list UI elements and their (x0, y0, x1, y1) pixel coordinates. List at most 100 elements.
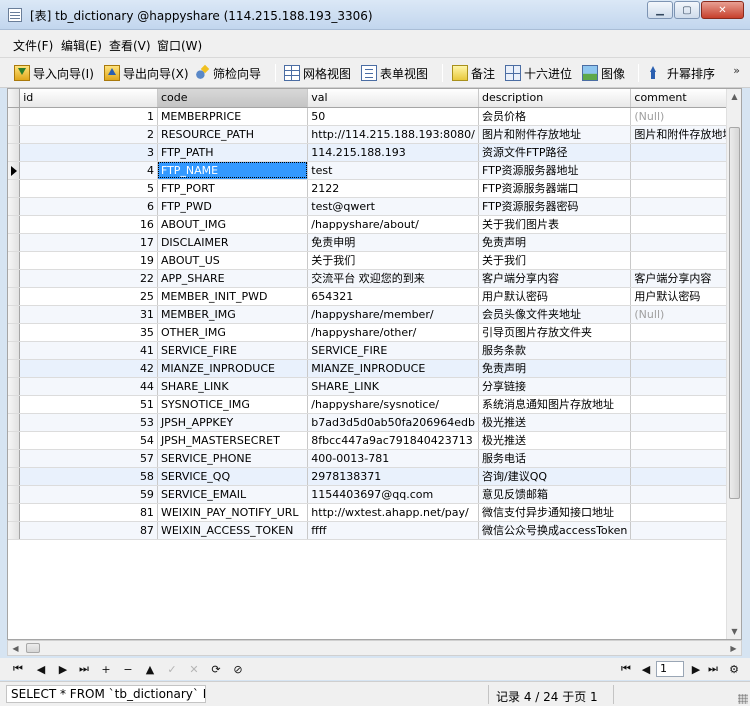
row-header[interactable] (8, 287, 21, 306)
cell-comment[interactable] (630, 413, 741, 432)
cell-val[interactable]: 免责申明 (307, 233, 480, 252)
cell-val[interactable]: test@qwert (307, 197, 480, 216)
table-row[interactable]: 42 MIANZE_INPRODUCE MIANZE_INPRODUCE 免责声明 (8, 359, 741, 378)
cell-code[interactable]: WEIXIN_ACCESS_TOKEN (157, 521, 309, 540)
settings-icon[interactable]: ⚙ (726, 661, 742, 677)
row-header[interactable] (8, 467, 21, 486)
first-page-icon[interactable]: ⏮ (618, 661, 634, 677)
column-header-val[interactable]: val (307, 89, 480, 108)
cell-val[interactable]: SERVICE_FIRE (307, 341, 480, 360)
cell-val[interactable]: 2122 (307, 179, 480, 198)
cell-comment[interactable] (630, 395, 741, 414)
row-header[interactable] (8, 269, 21, 288)
memo-button[interactable]: 备注 (452, 63, 495, 83)
cell-id[interactable]: 25 (19, 287, 158, 306)
next-page-icon[interactable]: ▶ (688, 661, 704, 677)
cell-id[interactable]: 57 (19, 449, 158, 468)
refresh-icon[interactable]: ⟳ (208, 661, 224, 677)
cell-val[interactable]: b7ad3d5d0ab50fa206964edb (307, 413, 480, 432)
cell-id[interactable]: 19 (19, 251, 158, 270)
cell-val[interactable]: 1154403697@qq.com (307, 485, 480, 504)
cell-id[interactable]: 35 (19, 323, 158, 342)
cell-val[interactable]: /happyshare/sysnotice/ (307, 395, 480, 414)
menu-window[interactable]: 窗口(W) (157, 37, 202, 54)
scroll-up-icon[interactable]: ▲ (727, 89, 741, 104)
row-header[interactable] (8, 179, 21, 198)
cell-description[interactable]: 服务电话 (478, 449, 632, 468)
table-row[interactable]: 25 MEMBER_INIT_PWD 654321 用户默认密码 用户默认密码 (8, 287, 741, 306)
cell-code[interactable]: FTP_PWD (157, 197, 309, 216)
vertical-scroll-thumb[interactable] (729, 127, 740, 499)
apply-changes-icon[interactable]: ✓ (164, 661, 180, 677)
cell-code[interactable]: DISCLAIMER (157, 233, 309, 252)
row-header[interactable] (8, 143, 21, 162)
table-row[interactable]: 87 WEIXIN_ACCESS_TOKEN ffff 微信公众号换成accessTo… (8, 521, 741, 540)
cell-val[interactable]: /happyshare/other/ (307, 323, 480, 342)
table-row[interactable]: 4 FTP_NAME test FTP资源服务器地址 (8, 161, 741, 180)
horizontal-scroll-thumb[interactable] (26, 643, 40, 653)
column-header-comment[interactable]: comment (630, 89, 741, 108)
table-row[interactable]: 5 FTP_PORT 2122 FTP资源服务器端口 (8, 179, 741, 198)
cell-description[interactable]: 分享链接 (478, 377, 632, 396)
cell-description[interactable]: 会员价格 (478, 107, 632, 126)
table-row[interactable]: 3 FTP_PATH 114.215.188.193 资源文件FTP路径 (8, 143, 741, 162)
cell-val[interactable]: 400-0013-781 (307, 449, 480, 468)
delete-record-icon[interactable]: − (120, 661, 136, 677)
table-row[interactable]: 44 SHARE_LINK SHARE_LINK 分享链接 (8, 377, 741, 396)
image-button[interactable]: 图像 (582, 63, 625, 83)
cell-val[interactable]: SHARE_LINK (307, 377, 480, 396)
table-row[interactable]: 17 DISCLAIMER 免责申明 免责声明 (8, 233, 741, 252)
row-header[interactable] (8, 395, 21, 414)
cell-description[interactable]: 关于我们图片表 (478, 215, 632, 234)
cell-comment[interactable] (630, 251, 741, 270)
cell-val[interactable]: /happyshare/member/ (307, 305, 480, 324)
table-row[interactable]: 54 JPSH_MASTERSECRET 8fbcc447a9ac791840423… (8, 431, 741, 450)
cell-val[interactable]: http://114.215.188.193:8080/ (307, 125, 480, 144)
cell-description[interactable]: 系统消息通知图片存放地址 (478, 395, 632, 414)
cell-id[interactable]: 81 (19, 503, 158, 522)
row-header[interactable] (8, 251, 21, 270)
row-header[interactable] (8, 305, 21, 324)
cell-val[interactable]: 交流平台 欢迎您的到来 (307, 269, 480, 288)
cell-code[interactable]: WEIXIN_PAY_NOTIFY_URL (157, 503, 309, 522)
menu-file[interactable]: 文件(F) (13, 37, 53, 54)
discard-changes-icon[interactable]: ✕ (186, 661, 202, 677)
row-header[interactable] (8, 197, 21, 216)
cell-comment[interactable] (630, 179, 741, 198)
cell-code[interactable]: SERVICE_QQ (157, 467, 309, 486)
cell-code[interactable]: SYSNOTICE_IMG (157, 395, 309, 414)
menu-view[interactable]: 查看(V) (109, 37, 151, 54)
first-record-icon[interactable]: ⏮ (10, 661, 26, 677)
cell-code[interactable]: SERVICE_EMAIL (157, 485, 309, 504)
current-row-indicator-icon[interactable] (8, 161, 21, 180)
cell-description[interactable]: 会员头像文件夹地址 (478, 305, 632, 324)
cell-description[interactable]: 客户端分享内容 (478, 269, 632, 288)
cell-description[interactable]: 用户默认密码 (478, 287, 632, 306)
toolbar-overflow-icon[interactable]: » (733, 64, 740, 77)
minimize-button[interactable]: ▁ (647, 1, 673, 19)
cell-comment[interactable] (630, 485, 741, 504)
table-row[interactable]: 1 MEMBERPRICE 50 会员价格 (Null) (8, 107, 741, 126)
scroll-down-icon[interactable]: ▼ (727, 624, 741, 639)
table-row[interactable]: 19 ABOUT_US 关于我们 关于我们 (8, 251, 741, 270)
table-row[interactable]: 58 SERVICE_QQ 2978138371 咨询/建议QQ (8, 467, 741, 486)
cell-code[interactable]: APP_SHARE (157, 269, 309, 288)
table-row[interactable]: 53 JPSH_APPKEY b7ad3d5d0ab50fa206964edb 极光推… (8, 413, 741, 432)
cell-comment[interactable]: (Null) (630, 305, 741, 324)
cell-comment[interactable]: 用户默认密码 (630, 287, 741, 306)
cell-val[interactable]: http://wxtest.ahapp.net/pay/ (307, 503, 480, 522)
cell-id[interactable]: 1 (19, 107, 158, 126)
cell-description[interactable]: 免责声明 (478, 233, 632, 252)
cell-description[interactable]: 免责声明 (478, 359, 632, 378)
cell-comment[interactable] (630, 161, 741, 180)
cell-id[interactable]: 41 (19, 341, 158, 360)
hex-button[interactable]: 十六进位 (505, 63, 572, 83)
move-up-icon[interactable]: ▲ (142, 661, 158, 677)
row-header[interactable] (8, 503, 21, 522)
cell-id[interactable]: 53 (19, 413, 158, 432)
page-number-input[interactable]: 1 (656, 661, 684, 677)
filter-wizard-button[interactable]: 筛检向导 (194, 63, 261, 83)
cell-id[interactable]: 44 (19, 377, 158, 396)
cell-val[interactable]: /happyshare/about/ (307, 215, 480, 234)
next-record-icon[interactable]: ▶ (55, 661, 71, 677)
